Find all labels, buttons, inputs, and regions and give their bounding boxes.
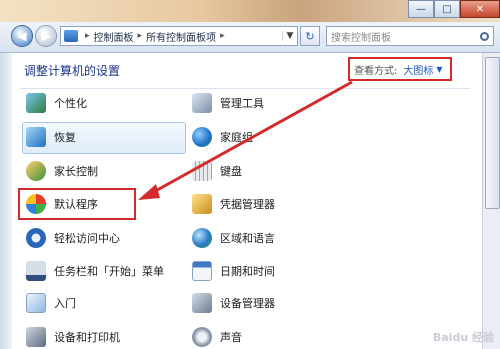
cp-item-taskbar[interactable]: 任务栏和「开始」菜单 xyxy=(26,260,164,282)
recovery-icon xyxy=(26,127,46,147)
cp-item-date-time[interactable]: 日期和时间 xyxy=(192,260,275,282)
device-manager-icon xyxy=(192,293,212,313)
close-button[interactable]: ✕ xyxy=(460,0,500,18)
refresh-icon: ↻ xyxy=(305,29,315,43)
chevron-down-icon[interactable]: ▼ xyxy=(282,31,297,41)
item-label: 日期和时间 xyxy=(220,265,275,278)
cp-item-getting-started[interactable]: 入门 xyxy=(26,292,76,314)
view-by-selector[interactable]: 查看方式: 大图标 ▼ xyxy=(348,57,452,81)
cp-item-parental-controls[interactable]: 家长控制 xyxy=(26,160,98,182)
item-label: 入门 xyxy=(54,297,76,310)
sound-icon xyxy=(192,327,212,347)
cp-item-keyboard[interactable]: 键盘 xyxy=(192,160,242,182)
keyboard-icon xyxy=(192,161,212,181)
parental-controls-icon xyxy=(26,161,46,181)
cp-item-sound[interactable]: 声音 xyxy=(192,326,242,348)
credential-manager-icon xyxy=(192,194,212,214)
breadcrumb-separator: ▸ xyxy=(85,31,90,41)
search-icon xyxy=(480,31,489,41)
minimize-button[interactable]: — xyxy=(408,0,434,18)
cp-item-homegroup[interactable]: 家庭组 xyxy=(192,126,253,148)
item-label: 家长控制 xyxy=(54,165,98,178)
personalization-icon xyxy=(26,93,46,113)
admin-tools-icon xyxy=(192,93,212,113)
cp-item-region-language[interactable]: 区域和语言 xyxy=(192,227,275,249)
item-label: 个性化 xyxy=(54,97,87,110)
view-by-value[interactable]: 大图标 xyxy=(403,62,433,77)
getting-started-icon xyxy=(26,293,46,313)
ease-of-access-icon xyxy=(26,228,46,248)
item-label: 设备管理器 xyxy=(220,297,275,310)
search-input[interactable]: 搜索控制面板 xyxy=(326,26,494,46)
item-label: 键盘 xyxy=(220,165,242,178)
maximize-button[interactable]: □ xyxy=(434,0,460,18)
homegroup-icon xyxy=(192,127,212,147)
cp-item-admin-tools[interactable]: 管理工具 xyxy=(192,92,264,114)
view-by-label: 查看方式: xyxy=(354,65,398,77)
cp-item-ease-of-access[interactable]: 轻松访问中心 xyxy=(26,227,120,249)
vertical-scrollbar[interactable] xyxy=(482,53,500,349)
forward-button[interactable]: ▶ xyxy=(36,26,56,46)
item-label: 区域和语言 xyxy=(220,232,275,245)
scrollbar-thumb[interactable] xyxy=(485,57,500,209)
address-toolbar: ◀ ▶ ▸ 控制面板 ▸ 所有控制面板项 ▸ ▼ ↻ 搜索控制面板 xyxy=(0,22,500,53)
taskbar-icon xyxy=(26,261,46,281)
page-title: 调整计算机的设置 xyxy=(24,64,121,78)
breadcrumb-all-items[interactable]: 所有控制面板项 xyxy=(146,29,216,44)
left-border xyxy=(0,53,12,349)
refresh-button[interactable]: ↻ xyxy=(300,26,320,46)
title-bar: — □ ✕ xyxy=(0,0,500,22)
control-panel-icon xyxy=(64,30,78,42)
breadcrumb-separator: ▸ xyxy=(137,31,143,41)
annotation-box xyxy=(18,188,136,220)
item-label: 凭据管理器 xyxy=(220,198,275,211)
back-button[interactable]: ◀ xyxy=(12,26,32,46)
item-label: 恢复 xyxy=(54,131,76,144)
control-panel-window: — □ ✕ ◀ ▶ ▸ 控制面板 ▸ 所有控制面板项 ▸ ▼ ↻ 搜索控制面板 … xyxy=(0,0,500,349)
region-language-icon xyxy=(192,228,212,248)
chevron-down-icon[interactable]: ▼ xyxy=(436,65,442,74)
divider xyxy=(20,88,470,89)
cp-item-personalization[interactable]: 个性化 xyxy=(26,92,87,114)
cp-item-device-manager[interactable]: 设备管理器 xyxy=(192,292,275,314)
item-label: 设备和打印机 xyxy=(54,331,120,344)
cp-item-credential-manager[interactable]: 凭据管理器 xyxy=(192,193,275,215)
item-label: 任务栏和「开始」菜单 xyxy=(54,265,164,278)
watermark: Baidu 经验 xyxy=(432,331,494,344)
item-label: 家庭组 xyxy=(220,131,253,144)
breadcrumb-separator: ▸ xyxy=(220,31,225,41)
item-label: 管理工具 xyxy=(220,97,264,110)
search-placeholder: 搜索控制面板 xyxy=(331,32,391,44)
breadcrumb-control-panel[interactable]: 控制面板 xyxy=(94,29,134,44)
cp-item-devices-printers[interactable]: 设备和打印机 xyxy=(26,326,120,348)
address-bar[interactable]: ▸ 控制面板 ▸ 所有控制面板项 ▸ ▼ xyxy=(60,26,298,46)
item-label: 声音 xyxy=(220,331,242,344)
devices-printers-icon xyxy=(26,327,46,347)
date-time-icon xyxy=(192,261,212,281)
cp-item-recovery[interactable]: 恢复 xyxy=(26,126,76,148)
window-controls: — □ ✕ xyxy=(408,0,500,18)
item-label: 轻松访问中心 xyxy=(54,232,120,245)
